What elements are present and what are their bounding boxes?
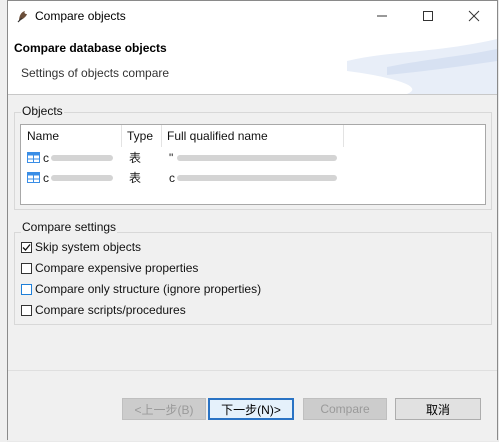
column-header-type[interactable]: Type <box>122 125 162 147</box>
skip-system-objects-checkbox[interactable]: Skip system objects <box>21 239 141 255</box>
objects-table[interactable]: Name Type Full qualified name c 表 " c 表 … <box>20 124 486 205</box>
column-header-full-qualified-name[interactable]: Full qualified name <box>162 125 344 147</box>
table-icon <box>27 172 40 183</box>
checkmark-icon <box>22 243 31 251</box>
header-banner-graphic <box>347 39 497 94</box>
close-icon <box>468 10 480 22</box>
close-button[interactable] <box>451 1 497 31</box>
redacted-name <box>51 175 113 181</box>
next-button[interactable]: 下一步(N)> <box>208 398 294 420</box>
checkbox-label: Compare only structure (ignore propertie… <box>35 282 262 296</box>
redacted-fqn <box>177 175 337 181</box>
title-bar[interactable]: Compare objects <box>8 1 497 31</box>
minimize-icon <box>377 15 387 17</box>
compare-expensive-properties-checkbox[interactable]: Compare expensive properties <box>21 260 198 276</box>
cancel-button[interactable]: 取消 <box>395 398 481 420</box>
minimize-button[interactable] <box>359 1 405 31</box>
app-logo-icon <box>17 11 27 23</box>
compare-objects-dialog: Compare objects Compare database objects… <box>7 0 498 441</box>
wizard-content: Objects Name Type Full qualified name c … <box>8 95 497 370</box>
row-type: 表 <box>129 151 142 165</box>
page-title: Compare database objects <box>14 41 167 55</box>
table-row[interactable]: c 表 " <box>21 148 344 168</box>
checkbox-label: Skip system objects <box>35 240 142 254</box>
checkbox-box[interactable] <box>21 262 32 274</box>
redacted-fqn <box>177 155 337 161</box>
checkbox-label: Compare scripts/procedures <box>35 303 186 317</box>
column-header-name[interactable]: Name <box>21 125 122 147</box>
maximize-icon <box>423 11 433 21</box>
compare-settings-group-label: Compare settings <box>21 220 118 234</box>
checkbox-box[interactable] <box>21 304 32 316</box>
objects-group-label: Objects <box>21 104 64 118</box>
maximize-button[interactable] <box>405 1 451 31</box>
back-button[interactable]: <上一步(B) <box>122 398 206 420</box>
table-row[interactable]: c 表 c <box>21 168 344 188</box>
background-window-edge <box>0 0 7 442</box>
row-type: 表 <box>129 171 142 185</box>
window-title: Compare objects <box>35 9 126 23</box>
checkbox-label: Compare expensive properties <box>35 261 199 275</box>
wizard-header: Compare database objects Settings of obj… <box>8 31 497 95</box>
compare-only-structure-checkbox[interactable]: Compare only structure (ignore propertie… <box>21 281 261 297</box>
checkbox-box[interactable] <box>21 283 32 295</box>
compare-scripts-procedures-checkbox[interactable]: Compare scripts/procedures <box>21 302 186 318</box>
checkbox-box[interactable] <box>21 241 32 253</box>
table-icon <box>27 152 40 163</box>
page-subtitle: Settings of objects compare <box>21 66 170 80</box>
compare-button[interactable]: Compare <box>303 398 387 420</box>
wizard-footer: <上一步(B) 下一步(N)> Compare 取消 <box>8 370 497 441</box>
redacted-name <box>51 155 113 161</box>
